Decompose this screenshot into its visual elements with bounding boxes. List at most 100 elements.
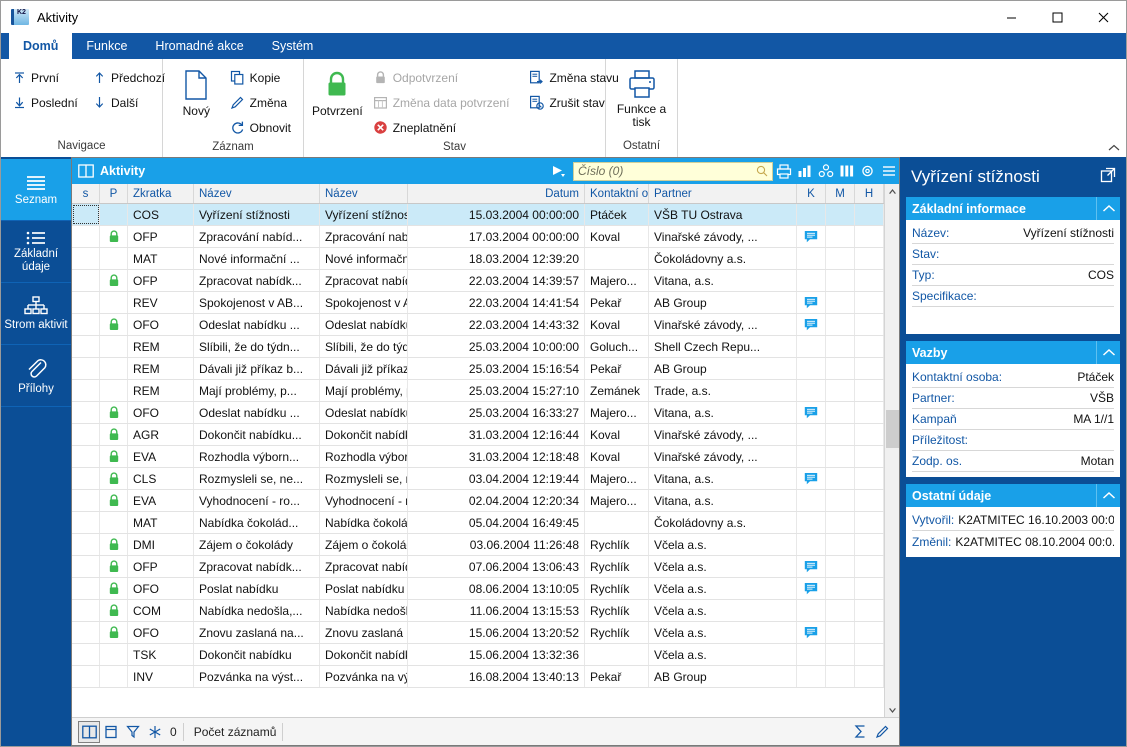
open-external-icon[interactable] — [1100, 167, 1116, 188]
column-header-nazev2[interactable]: Název — [320, 184, 408, 203]
table-row[interactable]: MATNabídka čokolád...Nabídka čokolád...0… — [72, 512, 884, 534]
calendar-icon — [373, 95, 388, 110]
detail-field-row[interactable]: Příležitost: — [912, 430, 1114, 451]
tab-funkce[interactable]: Funkce — [72, 33, 141, 59]
button-potvrzeni[interactable]: Potvrzení — [312, 65, 363, 118]
green-lock-icon — [322, 69, 352, 101]
menu-hamburger-icon[interactable] — [878, 158, 899, 184]
cell-datum: 05.04.2004 16:49:45 — [408, 512, 585, 533]
button-prvni[interactable]: První — [9, 65, 89, 90]
sidebar-item-strom-aktivit[interactable]: Strom aktivit — [1, 283, 71, 345]
table-row[interactable]: EVARozhodla výborn...Rozhodla výborn...3… — [72, 446, 884, 468]
detail-field-row[interactable]: Vytvořil:K2ATMITEC 16.10.2003 00:0... — [912, 510, 1114, 531]
filter-icon[interactable] — [122, 721, 144, 743]
chevron-up-icon[interactable] — [1096, 341, 1120, 364]
sigma-sum-icon[interactable] — [849, 721, 871, 743]
detail-section-header[interactable]: Vazby — [906, 341, 1120, 364]
scroll-up-button[interactable] — [885, 184, 900, 199]
sidebar-item-zakladni-udaje[interactable]: Základní údaje — [1, 221, 71, 283]
table-row[interactable]: OFPZpracování nabíd...Zpracování nabíd..… — [72, 226, 884, 248]
table-row[interactable]: OFPZpracovat nabídk...Zpracovat nabídk..… — [72, 556, 884, 578]
button-novy[interactable]: Nový — [171, 65, 222, 118]
sidebar-item-zakladni-udaje-label: Základní údaje — [1, 248, 71, 274]
button-odpotvrzeni[interactable]: Odpotvrzení — [369, 65, 514, 90]
chevron-up-icon[interactable] — [1096, 484, 1120, 507]
tab-system[interactable]: Systém — [258, 33, 328, 59]
ribbon-group-stav: Potvrzení Odpotvrzení Změna data potvrze… — [304, 59, 606, 157]
button-kopie[interactable]: Kopie — [226, 65, 295, 90]
detail-field-row[interactable]: Stav: — [912, 244, 1114, 265]
minimize-icon[interactable] — [988, 1, 1034, 33]
scroll-track[interactable] — [885, 199, 900, 702]
cube-group-icon[interactable] — [815, 158, 836, 184]
column-header-s[interactable]: s — [72, 184, 100, 203]
tab-domu[interactable]: Domů — [9, 33, 72, 59]
table-row[interactable]: AGRDokončit nabídku...Dokončit nabídku .… — [72, 424, 884, 446]
button-zmena[interactable]: Změna — [226, 90, 295, 115]
column-header-nazev1[interactable]: Název — [194, 184, 320, 203]
table-row[interactable]: REMMají problémy, p...Mají problémy, p..… — [72, 380, 884, 402]
play-dropdown-icon[interactable] — [551, 164, 567, 178]
column-header-datum[interactable]: Datum — [408, 184, 585, 203]
button-funkce-a-tisk[interactable]: Funkce a tisk — [614, 65, 669, 129]
detail-field-row[interactable]: KampaňMA 1//1 — [912, 409, 1114, 430]
table-row[interactable]: OFOPoslat nabídkuPoslat nabídku08.06.200… — [72, 578, 884, 600]
table-row[interactable]: REMSlíbili, že do týdn...Slíbili, že do … — [72, 336, 884, 358]
columns-icon[interactable] — [836, 158, 857, 184]
detail-field-row[interactable]: Název:Vyřízení stížnosti — [912, 223, 1114, 244]
table-row[interactable]: OFOZnovu zaslaná na...Znovu zaslaná na..… — [72, 622, 884, 644]
column-header-partner[interactable]: Partner — [649, 184, 797, 203]
detail-field-row[interactable]: Zodp. os.Motan — [912, 451, 1114, 472]
close-icon[interactable] — [1080, 1, 1126, 33]
sidebar-item-seznam[interactable]: Seznam — [1, 159, 71, 221]
table-row[interactable]: REVSpokojenost v AB...Spokojenost v AB .… — [72, 292, 884, 314]
scroll-thumb[interactable] — [886, 410, 899, 448]
detail-section-header[interactable]: Ostatní údaje — [906, 484, 1120, 507]
snowflake-icon[interactable] — [144, 721, 166, 743]
table-row[interactable]: EVAVyhodnocení - ro...Vyhodnocení - ro..… — [72, 490, 884, 512]
detail-field-row[interactable]: Změnil:K2ATMITEC 08.10.2004 00:0... — [912, 531, 1114, 552]
sidebar-item-prilohy[interactable]: Přílohy — [1, 345, 71, 407]
table-row[interactable]: OFOOdeslat nabídku ...Odeslat nabídku -.… — [72, 402, 884, 424]
archive-box-icon[interactable] — [100, 721, 122, 743]
column-header-h[interactable]: H — [855, 184, 884, 203]
chevron-up-icon[interactable] — [1096, 197, 1120, 220]
table-row[interactable]: OFOOdeslat nabídku ...Odeslat nabídku -.… — [72, 314, 884, 336]
tab-hromadne-akce[interactable]: Hromadné akce — [141, 33, 257, 59]
column-header-m[interactable]: M — [826, 184, 855, 203]
detail-field-row[interactable]: Partner:VŠB — [912, 388, 1114, 409]
table-row[interactable]: INVPozvánka na výst...Pozvánka na výsta.… — [72, 666, 884, 688]
column-header-p[interactable]: P — [100, 184, 128, 203]
button-posledni[interactable]: Poslední — [9, 90, 89, 115]
table-row[interactable]: REMDávali již příkaz b...Dávali již přík… — [72, 358, 884, 380]
detail-field-row[interactable]: Typ:COS — [912, 265, 1114, 286]
column-header-kontakt[interactable]: Kontaktní o — [585, 184, 649, 203]
scroll-down-button[interactable] — [885, 702, 900, 717]
maximize-icon[interactable] — [1034, 1, 1080, 33]
settings-gear-icon[interactable] — [857, 158, 878, 184]
column-header-k[interactable]: K — [797, 184, 826, 203]
detail-field-row[interactable]: Specifikace: — [912, 286, 1114, 307]
collapse-ribbon-icon[interactable] — [1108, 143, 1120, 155]
print-icon[interactable] — [773, 158, 794, 184]
cell-p — [100, 424, 128, 445]
table-row[interactable]: DMIZájem o čokoládyZájem o čokolády03.06… — [72, 534, 884, 556]
cell-nazev1: Mají problémy, p... — [194, 380, 320, 401]
column-header-zkratka[interactable]: Zkratka — [128, 184, 194, 203]
button-obnovit[interactable]: Obnovit — [226, 115, 295, 140]
table-row[interactable]: OFPZpracovat nabídk...Zpracovat nabídk..… — [72, 270, 884, 292]
table-row[interactable]: COMNabídka nedošla,...Nabídka nedošla,..… — [72, 600, 884, 622]
book-open-icon[interactable] — [78, 721, 100, 743]
search-input[interactable]: Číslo (0) — [573, 162, 773, 181]
detail-field-row[interactable]: Kontaktní osoba:Ptáček — [912, 367, 1114, 388]
bar-chart-icon[interactable] — [794, 158, 815, 184]
grid-vertical-scrollbar[interactable] — [884, 184, 899, 717]
detail-section-header[interactable]: Základní informace — [906, 197, 1120, 220]
edit-pencil-icon[interactable] — [871, 721, 893, 743]
table-row[interactable]: COSVyřízení stížnostiVyřízení stížnosti1… — [72, 204, 884, 226]
table-row[interactable]: TSKDokončit nabídkuDokončit nabídku15.06… — [72, 644, 884, 666]
table-row[interactable]: MATNové informační ...Nové informační ..… — [72, 248, 884, 270]
button-zmena-data-potvrzeni[interactable]: Změna data potvrzení — [369, 90, 514, 115]
table-row[interactable]: CLSRozmysleli se, ne...Rozmysleli se, ne… — [72, 468, 884, 490]
button-zneplatneni[interactable]: Zneplatnění — [369, 115, 514, 140]
